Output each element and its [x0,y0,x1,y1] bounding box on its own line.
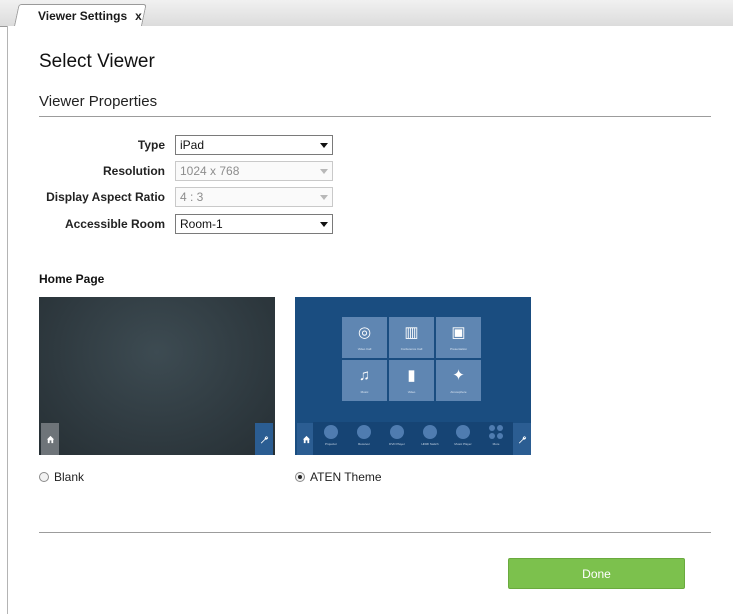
resolution-label: Resolution [103,164,165,178]
accessible-room-select[interactable]: Room-1 [175,214,333,234]
resolution-select: 1024 x 768 [175,161,333,181]
aten-dock: Projector Receiver DVD Player HDMI Switc… [313,422,513,455]
blank-radio-option[interactable]: Blank [39,470,84,484]
aten-theme-radio-label[interactable]: ATEN Theme [310,470,382,484]
accessible-room-value: Room-1 [180,217,223,231]
chevron-down-icon [320,195,328,200]
dock-item: HDMI Switch [415,425,445,446]
chevron-down-icon [320,143,328,148]
headset-icon: ◎ Video Call [342,317,387,358]
wrench-icon [255,423,273,455]
music-icon: ♫ Music [342,360,387,401]
dock-item: Projector [316,425,346,446]
done-button[interactable]: Done [508,558,685,589]
wrench-icon [513,423,531,455]
blank-radio[interactable] [39,472,49,482]
video-icon: ▮ Video [389,360,434,401]
accessible-room-label: Accessible Room [64,217,165,231]
resolution-value: 1024 x 768 [180,164,240,178]
aspect-ratio-value: 4 : 3 [180,190,204,204]
page-title: Select Viewer [39,51,155,72]
dock-item: Music Player [448,425,478,446]
section-title: Viewer Properties [39,93,158,110]
home-icon [41,423,59,455]
dock-item: More [481,425,511,446]
footer-divider [39,532,711,533]
tab-viewer-settings-label-wrap[interactable]: Viewer Settings x [38,8,142,24]
aspect-ratio-select: 4 : 3 [175,187,333,207]
chevron-down-icon [320,222,328,227]
lightbulb-icon: ✦ Atmosphere [436,360,481,401]
type-label: Type [137,138,165,152]
section-divider [39,116,711,117]
aten-theme-radio[interactable] [295,472,305,482]
aten-theme-radio-option[interactable]: ATEN Theme [295,470,382,484]
tab-close-button[interactable]: x [135,9,142,23]
type-value: iPad [180,138,205,152]
dock-item: DVD Player [382,425,412,446]
blank-theme-preview[interactable] [39,297,275,455]
dock-item: Receiver [349,425,379,446]
tab-label[interactable]: Viewer Settings [38,9,127,23]
type-select[interactable]: iPad [175,135,333,155]
aten-theme-preview[interactable]: ◎ Video Call ▥ Conference Call ▣ Presentati… [295,297,531,455]
home-page-title: Home Page [39,272,105,286]
presentation-icon: ▣ Presentation [436,317,481,358]
conference-icon: ▥ Conference Call [389,317,434,358]
tab-strip: Viewer Settings x [0,0,733,27]
grid-icon [489,425,503,439]
chevron-down-icon [320,169,328,174]
aspect-ratio-label: Display Aspect Ratio [46,190,165,204]
blank-radio-label[interactable]: Blank [54,470,84,484]
